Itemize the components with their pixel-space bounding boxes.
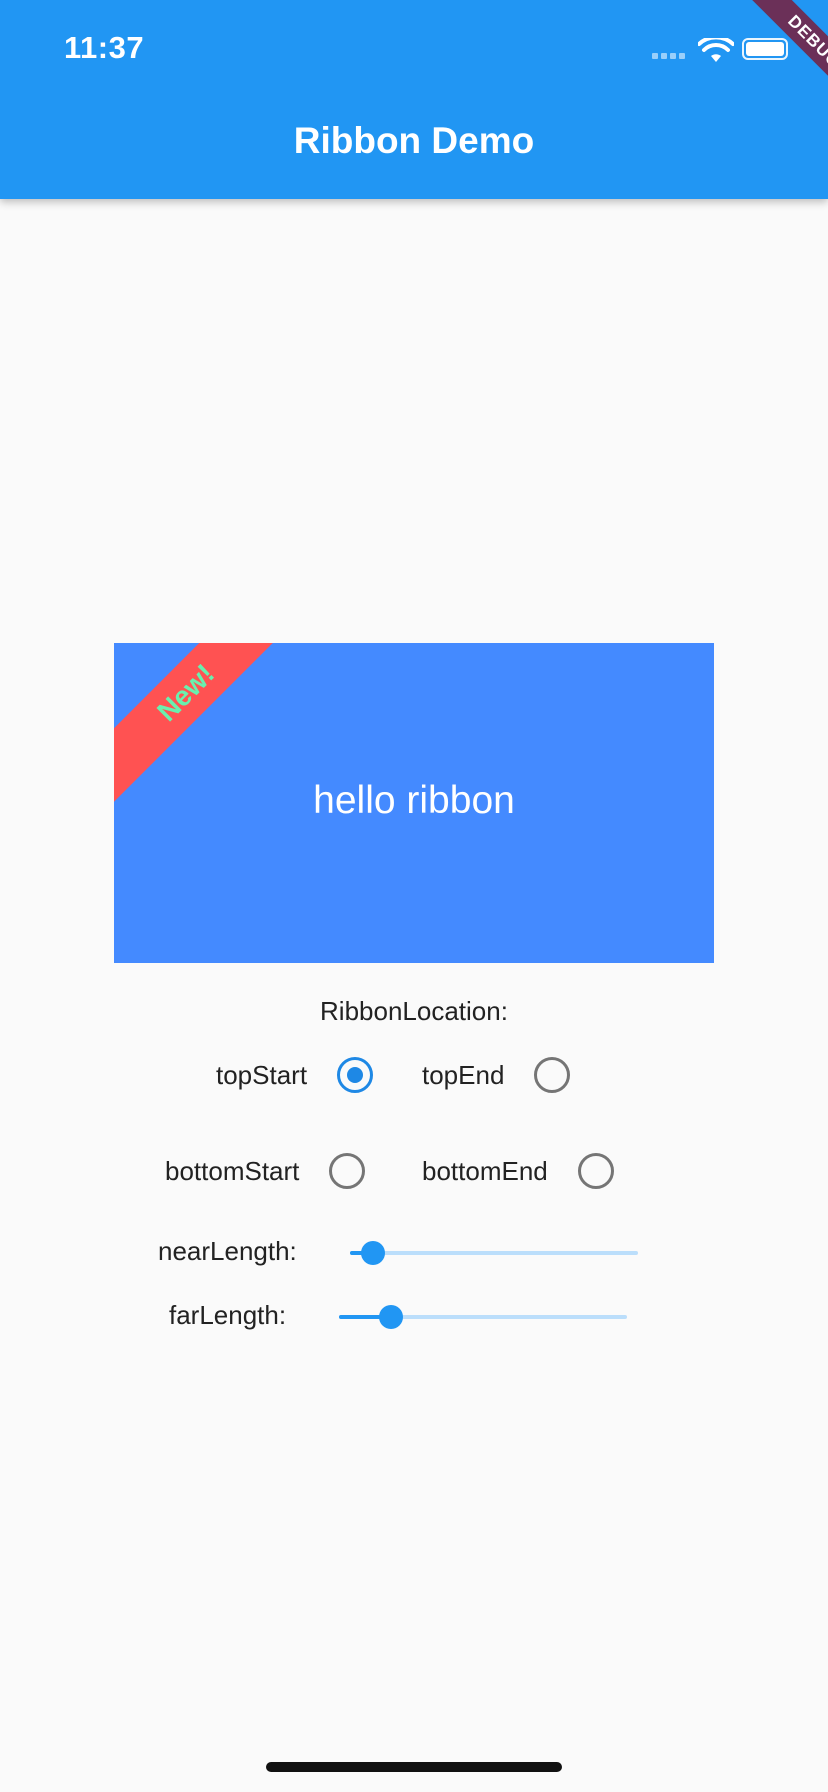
radio-label: bottomStart <box>165 1155 300 1186</box>
radio-option-topstart[interactable]: topStart <box>216 1057 374 1093</box>
debug-banner-label: DEBUG <box>740 0 828 116</box>
radio-button-topstart[interactable] <box>337 1057 374 1093</box>
ribbon-card: New! hello ribbon <box>114 643 714 963</box>
radio-option-topend[interactable]: topEnd <box>422 1057 571 1093</box>
radio-label: topEnd <box>422 1059 505 1090</box>
far-length-label: farLength: <box>169 1300 287 1330</box>
radio-label: bottomEnd <box>422 1155 548 1186</box>
cellular-signal-icon <box>652 53 685 59</box>
near-length-label: nearLength: <box>158 1236 297 1266</box>
debug-banner: DEBUG <box>688 0 828 140</box>
radio-button-bottomend[interactable] <box>577 1153 614 1189</box>
near-length-slider[interactable] <box>350 1241 638 1265</box>
far-length-slider[interactable] <box>339 1305 627 1329</box>
ribbon-location-label: RibbonLocation: <box>320 996 508 1026</box>
slider-thumb[interactable] <box>361 1241 386 1265</box>
card-text: hello ribbon <box>313 779 515 822</box>
radio-option-bottomend[interactable]: bottomEnd <box>422 1153 614 1189</box>
far-length-row: farLength: <box>169 1300 286 1331</box>
slider-thumb[interactable] <box>378 1305 403 1329</box>
status-time: 11:37 <box>64 30 145 65</box>
home-indicator <box>266 1762 562 1772</box>
near-length-row: nearLength: <box>158 1236 297 1267</box>
radio-label: topStart <box>216 1059 308 1090</box>
ribbon-label: New! <box>151 658 221 728</box>
radio-button-topend[interactable] <box>534 1057 571 1093</box>
radio-option-bottomstart[interactable]: bottomStart <box>165 1153 366 1189</box>
radio-button-bottomstart[interactable] <box>329 1153 366 1189</box>
